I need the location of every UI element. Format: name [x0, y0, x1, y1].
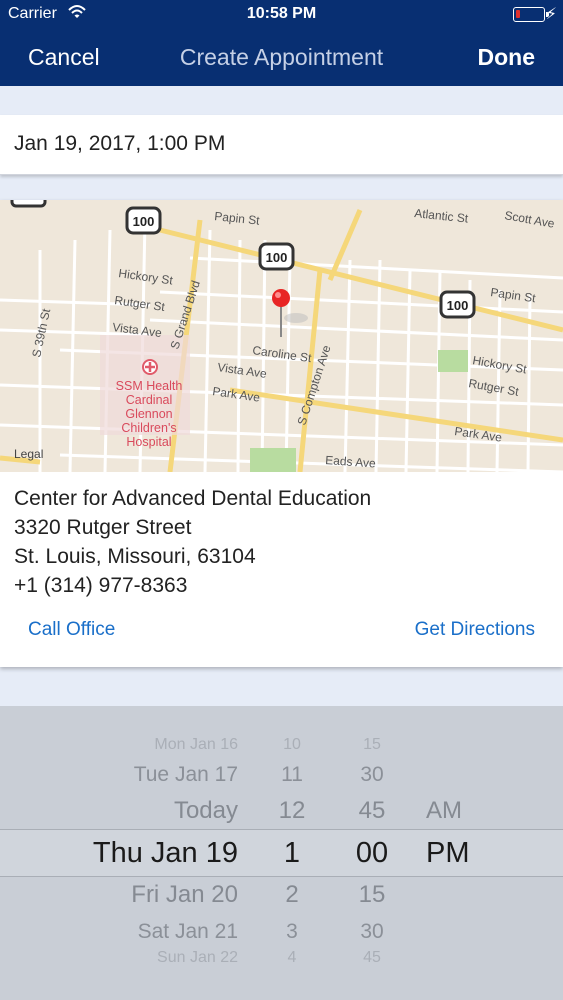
- street-label: Rutger St: [114, 293, 167, 314]
- picker-day: Sat Jan 21: [137, 920, 238, 943]
- hospital-label-line: Glennon: [125, 407, 172, 421]
- date-time-picker[interactable]: Mon Jan 16 10 15 Tue Jan 17 11 30 Today 12 45 AM T…: [0, 706, 563, 1000]
- street-label: Papin St: [214, 209, 261, 228]
- navigation-bar: Create Appointment Cancel Done: [0, 30, 563, 86]
- appointment-date-value: Jan 19, 2017, 1:00 PM: [14, 132, 226, 155]
- office-address: Center for Advanced Dental Education 332…: [14, 484, 371, 600]
- route-number: 100: [266, 250, 288, 265]
- office-map[interactable]: 100 100 100 Papin St Atlantic St Scott Ave…: [0, 200, 563, 472]
- charging-bolt-icon: ⚡︎: [545, 6, 557, 23]
- street-label: Scott Ave: [503, 208, 555, 231]
- cancel-button[interactable]: Cancel: [28, 44, 100, 71]
- street-label: Eads Ave: [325, 453, 377, 471]
- picker-minute: 30: [360, 920, 384, 943]
- street-label: Papin St: [490, 285, 538, 305]
- picker-minute: 45: [358, 797, 386, 824]
- hospital-label-line: Children's: [121, 421, 176, 435]
- hospital-label-line: Cardinal: [126, 393, 173, 407]
- picker-hour: 10: [283, 736, 301, 753]
- street-label: Vista Ave: [217, 360, 268, 381]
- route-shield: 100: [258, 242, 295, 271]
- picker-minute: 15: [358, 881, 386, 908]
- picker-day: Fri Jan 20: [131, 881, 238, 908]
- picker-minute: 15: [363, 736, 381, 753]
- hospital-label-line: Hospital: [126, 435, 171, 449]
- picker-hour: 1: [283, 837, 301, 869]
- picker-hour: 4: [287, 949, 297, 966]
- picker-ampm: AM: [426, 797, 462, 824]
- picker-minute: 30: [360, 763, 384, 786]
- appointment-date-field[interactable]: Jan 19, 2017, 1:00 PM: [0, 115, 563, 175]
- street-label: Park Ave: [212, 384, 262, 405]
- street-label: Caroline St: [252, 343, 313, 365]
- picker-hour: 2: [285, 881, 299, 908]
- office-location-card: 100 100 100 Papin St Atlantic St Scott Ave…: [0, 200, 563, 667]
- map-canvas: 100 100 100 Papin St Atlantic St Scott Ave…: [0, 200, 563, 472]
- picker-day: Tue Jan 17: [133, 763, 238, 786]
- route-shield: 100: [439, 290, 476, 319]
- battery-icon: [513, 7, 549, 22]
- picker-day: Today: [173, 797, 238, 824]
- street-label: Hickory St: [118, 266, 175, 288]
- picker-day: Mon Jan 16: [154, 736, 238, 753]
- map-legal-link[interactable]: Legal: [14, 447, 43, 461]
- picker-hour: 3: [286, 920, 298, 943]
- picker-minute: 45: [363, 949, 381, 966]
- picker-day: Thu Jan 19: [92, 837, 238, 869]
- status-time: 10:58 PM: [246, 5, 317, 22]
- park-area: [250, 448, 296, 472]
- picker-hour: 12: [278, 797, 306, 824]
- street-label: Rutger St: [467, 376, 520, 399]
- hospital-icon: [142, 359, 158, 375]
- done-button[interactable]: Done: [478, 44, 536, 71]
- route-shield-partial: [10, 200, 47, 208]
- status-bar: Carrier 10:58 PM ⚡︎: [0, 0, 563, 30]
- office-city: St. Louis, Missouri, 63104: [14, 545, 256, 568]
- route-shield: 100: [125, 206, 162, 235]
- route-number: 100: [133, 214, 155, 229]
- office-street: 3320 Rutger Street: [14, 516, 192, 539]
- park-area: [438, 350, 468, 372]
- route-number: 100: [447, 298, 469, 313]
- street-label: Atlantic St: [414, 206, 470, 226]
- office-name: Center for Advanced Dental Education: [14, 487, 372, 510]
- get-directions-button[interactable]: Get Directions: [415, 619, 535, 641]
- picker-day: Sun Jan 22: [157, 949, 238, 966]
- office-phone: +1 (314) 977-8363: [14, 574, 188, 597]
- call-office-button[interactable]: Call Office: [28, 619, 115, 641]
- hospital-label-line: SSM Health: [116, 379, 183, 393]
- picker-hour: 11: [281, 763, 303, 786]
- picker-ampm: PM: [426, 837, 470, 869]
- picker-minute: 00: [355, 837, 389, 869]
